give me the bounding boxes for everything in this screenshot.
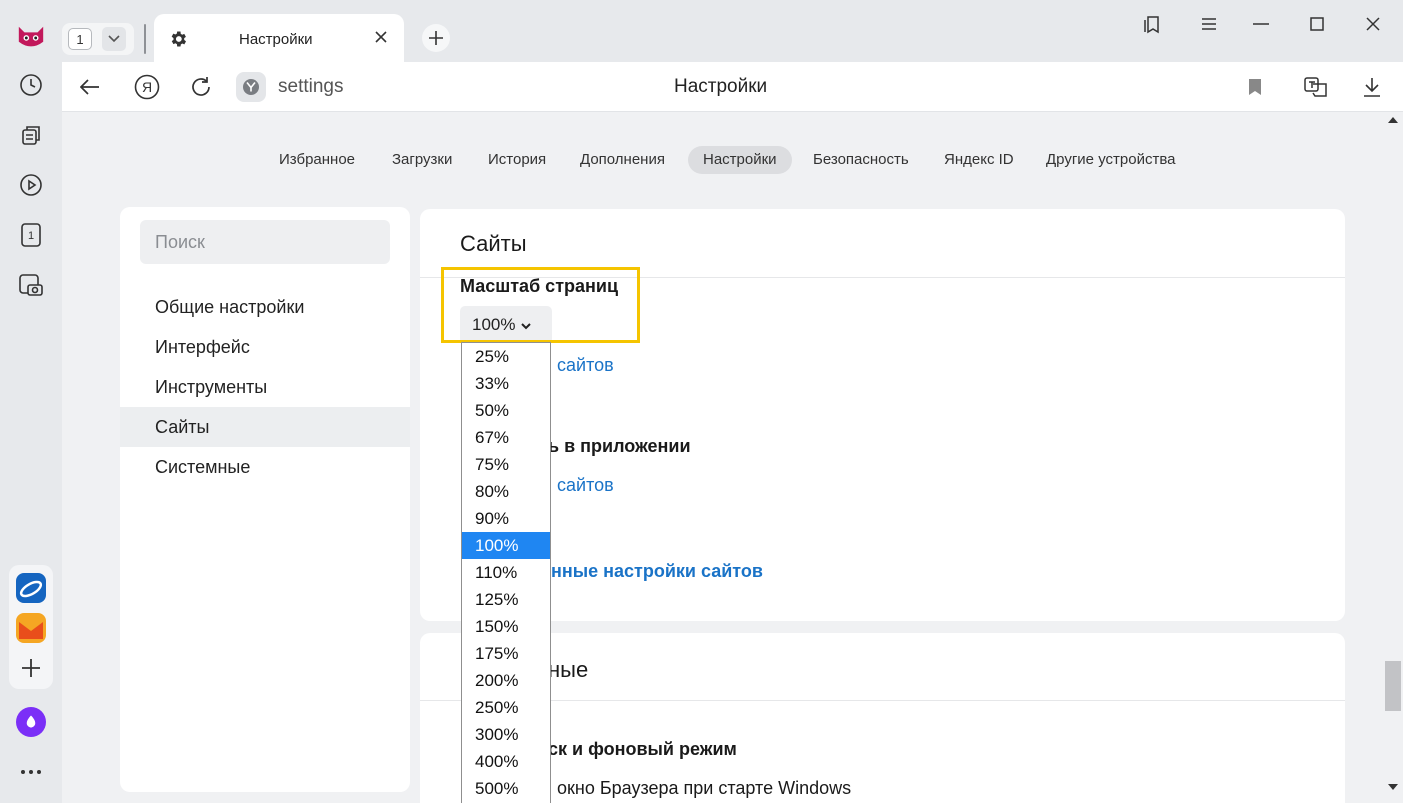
sites-section: Сайты Масштаб страниц 100% сайтов ь в пр… — [420, 209, 1345, 621]
video-play-icon[interactable] — [16, 170, 46, 200]
yandex-mail-icon[interactable] — [16, 613, 46, 643]
tab-counter-button[interactable]: 1 — [62, 23, 134, 55]
section-heading: Сайты — [460, 231, 527, 256]
zoom-option[interactable]: 300% — [462, 721, 550, 748]
sidebar-item-interface[interactable]: Интерфейс — [120, 327, 410, 367]
tab-history[interactable]: История — [488, 146, 546, 174]
chevron-down-icon[interactable] — [102, 27, 126, 51]
new-tab-button[interactable] — [422, 24, 450, 52]
sidebar-item-tools[interactable]: Инструменты — [120, 367, 410, 407]
downloads-icon[interactable] — [1358, 73, 1386, 101]
zoom-option[interactable]: 50% — [462, 397, 550, 424]
zoom-label: Масштаб страниц — [460, 276, 619, 296]
search-input[interactable] — [140, 220, 390, 264]
zoom-option[interactable]: 250% — [462, 694, 550, 721]
settings-page: Избранное Загрузки История Дополнения На… — [62, 112, 1383, 803]
zoom-option[interactable]: 80% — [462, 478, 550, 505]
side-rail: 1 — [0, 0, 62, 803]
site-settings-link[interactable]: сайтов — [557, 355, 614, 376]
tab-title: Настройки — [239, 31, 313, 48]
page-title: Настройки — [674, 76, 768, 97]
tab-security[interactable]: Безопасность — [813, 146, 909, 174]
window-close-icon[interactable] — [1359, 12, 1387, 36]
zoom-option[interactable]: 175% — [462, 640, 550, 667]
section-heading-system: ные — [548, 657, 589, 682]
zoom-value: 100% — [472, 315, 516, 334]
bookmark-icon[interactable] — [1241, 73, 1269, 101]
screenshot-icon[interactable] — [16, 270, 46, 300]
tab-separator — [144, 24, 146, 54]
advanced-site-settings-link[interactable]: нные настройки сайтов — [551, 561, 763, 582]
zoom-option[interactable]: 67% — [462, 424, 550, 451]
zoom-select[interactable]: 100% — [460, 306, 552, 344]
zoom-dropdown-list[interactable]: 25% 33% 50% 67% 75% 80% 90% 100% 110% 125% 150% 175… — [461, 342, 551, 803]
plus-icon — [429, 31, 443, 45]
translate-icon[interactable] — [1302, 73, 1330, 101]
svg-text:1: 1 — [28, 230, 34, 242]
site-settings-link-2[interactable]: сайтов — [557, 475, 614, 496]
more-icon[interactable] — [16, 757, 46, 787]
tab-yandex-id[interactable]: Яндекс ID — [944, 146, 1014, 174]
tab-other-devices[interactable]: Другие устройства — [1046, 146, 1175, 174]
settings-sidebar: Общие настройки Интерфейс Инструменты Са… — [120, 207, 410, 792]
tab-count: 1 — [68, 28, 92, 50]
sidebar-item-system[interactable]: Системные — [120, 447, 410, 487]
address-bar: Я settings Настройки — [62, 62, 1403, 112]
minimize-icon[interactable] — [1247, 12, 1275, 36]
yandex-disk-icon[interactable] — [16, 573, 46, 603]
autostart-label: ск и фоновый режим — [548, 739, 737, 759]
back-arrow-icon[interactable] — [76, 73, 104, 101]
bookmarks-panel-icon[interactable] — [1138, 12, 1166, 36]
history-icon[interactable] — [16, 70, 46, 100]
zoom-option[interactable]: 200% — [462, 667, 550, 694]
zoom-option[interactable]: 90% — [462, 505, 550, 532]
reload-icon[interactable] — [187, 73, 215, 101]
scrollbar[interactable] — [1383, 112, 1403, 803]
autostart-option-text[interactable]: окно Браузера при старте Windows — [557, 778, 851, 799]
maximize-icon[interactable] — [1303, 12, 1331, 36]
chevron-down-icon — [521, 315, 532, 335]
zoom-option[interactable]: 100% — [462, 532, 550, 559]
sidebar-item-sites[interactable]: Сайты — [120, 407, 410, 447]
tab-downloads[interactable]: Загрузки — [392, 146, 452, 174]
url-text[interactable]: settings — [278, 76, 343, 98]
scroll-down-icon[interactable] — [1388, 784, 1398, 790]
sidebar-item-general[interactable]: Общие настройки — [120, 287, 410, 327]
scrollbar-thumb[interactable] — [1385, 661, 1401, 711]
profile-avatar-icon[interactable] — [16, 22, 46, 52]
zoom-option[interactable]: 75% — [462, 451, 550, 478]
divider — [420, 700, 1345, 701]
svg-text:Я: Я — [142, 79, 152, 95]
tab-settings[interactable]: Настройки — [154, 14, 404, 62]
add-app-icon[interactable] — [16, 653, 46, 683]
zoom-option[interactable]: 500% — [462, 775, 550, 802]
collections-icon[interactable] — [16, 120, 46, 150]
tab-favorites[interactable]: Избранное — [279, 146, 355, 174]
alice-assistant-icon[interactable] — [16, 707, 46, 737]
zoom-option[interactable]: 33% — [462, 370, 550, 397]
zoom-option[interactable]: 400% — [462, 748, 550, 775]
menu-icon[interactable] — [1195, 12, 1223, 36]
tabs-counter-icon[interactable]: 1 — [16, 220, 46, 250]
zoom-option[interactable]: 150% — [462, 613, 550, 640]
system-section: ные ск и фоновый режим окно Браузера при… — [420, 633, 1345, 803]
zoom-option[interactable]: 25% — [462, 343, 550, 370]
yandex-home-icon[interactable]: Я — [133, 73, 161, 101]
tab-settings-active[interactable]: Настройки — [688, 146, 792, 174]
scroll-up-icon[interactable] — [1388, 117, 1398, 123]
open-in-app-label: ь в приложении — [548, 436, 691, 456]
close-icon[interactable] — [374, 30, 388, 49]
gear-icon — [168, 29, 188, 54]
zoom-option[interactable]: 110% — [462, 559, 550, 586]
site-info-icon[interactable] — [236, 72, 266, 102]
settings-top-nav: Избранное Загрузки История Дополнения На… — [62, 146, 1383, 174]
zoom-option[interactable]: 125% — [462, 586, 550, 613]
tab-extensions[interactable]: Дополнения — [580, 146, 665, 174]
